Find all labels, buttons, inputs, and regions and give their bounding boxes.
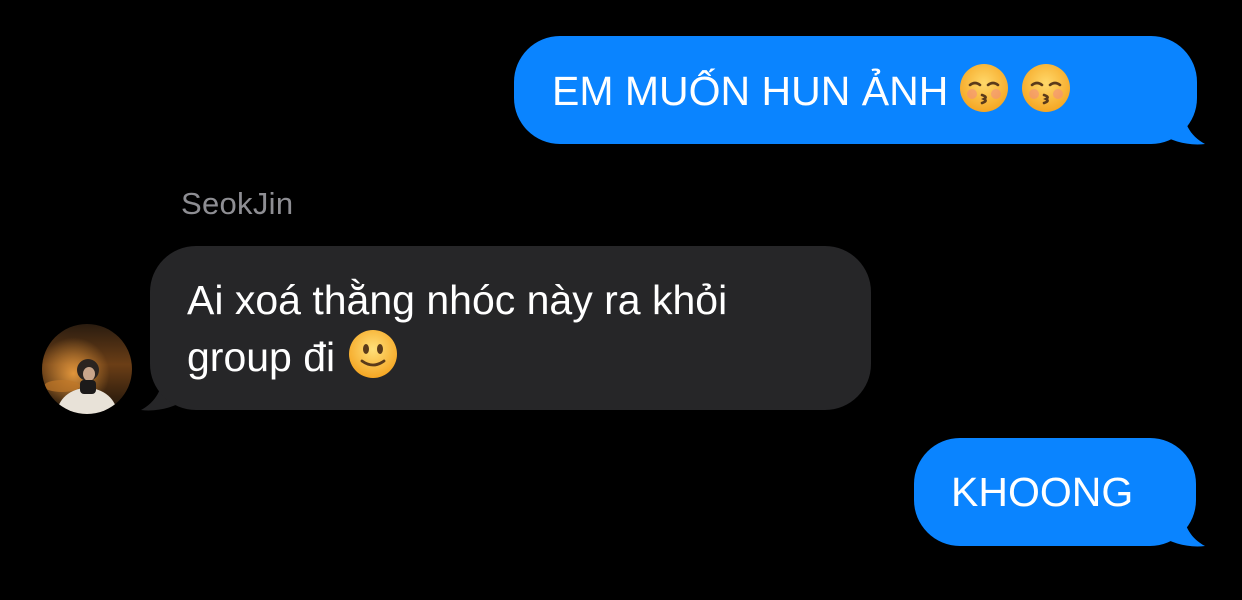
message-text: KHOONG: [951, 469, 1134, 515]
outgoing-message-bubble[interactable]: EM MUỐN HUN ẢNH: [514, 36, 1197, 144]
sender-name: SeokJin: [181, 186, 294, 221]
incoming-message-bubble[interactable]: Ai xoá thằng nhóc này ra khỏi group đi: [150, 246, 871, 410]
avatar[interactable]: [42, 324, 132, 414]
message-text: Ai xoá thằng nhóc này ra khỏi group đi: [187, 277, 728, 380]
outgoing-message-bubble[interactable]: KHOONG: [914, 438, 1196, 546]
slightly-smiling-face-icon: [349, 330, 398, 378]
avatar-photo: [42, 324, 132, 414]
kissing-face-with-closed-eyes-icon: [960, 64, 1009, 112]
kissing-face-with-closed-eyes-icon: [1022, 64, 1071, 112]
message-text: EM MUỐN HUN ẢNH: [552, 68, 949, 114]
